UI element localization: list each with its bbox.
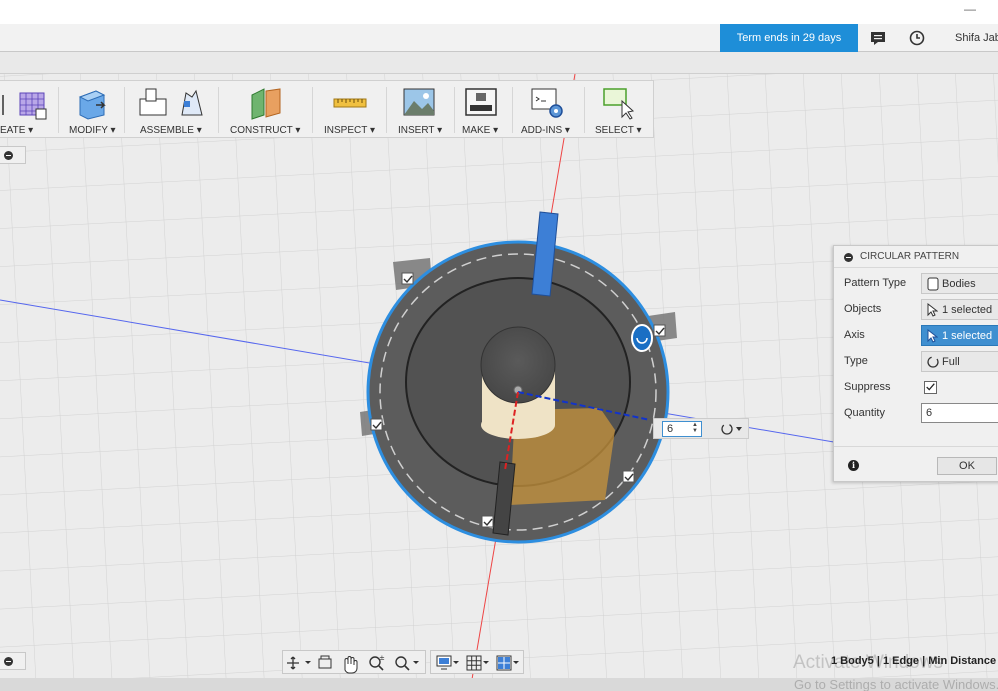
toolbar-modify[interactable]: MODIFY ▾ (64, 81, 120, 139)
browser-collapse-button[interactable] (0, 146, 26, 164)
row-objects: Objects 1 selected (834, 297, 998, 323)
comment-icon[interactable] (870, 30, 886, 46)
look-at-icon[interactable] (318, 655, 332, 669)
expand-icon (4, 657, 13, 666)
pattern-type-select[interactable]: Bodies (921, 273, 998, 294)
display-settings-icon[interactable] (436, 655, 459, 670)
cursor-icon (927, 303, 938, 317)
toolbar-inspect[interactable]: INSPECT ▾ (318, 81, 382, 139)
cursor-icon (927, 329, 938, 343)
toolbar-insert[interactable]: INSERT ▾ (392, 81, 450, 139)
row-type: Type Full (834, 349, 998, 375)
row-suppress: Suppress (834, 375, 998, 401)
fit-icon[interactable] (395, 656, 419, 671)
quantity-stepper-icon[interactable]: ▲ ▼ (692, 422, 698, 434)
svg-text:±: ± (379, 654, 385, 662)
display-bar (430, 650, 524, 674)
toolbar-label: SELECT ▾ (595, 125, 642, 136)
row-quantity: Quantity 6 (834, 401, 998, 427)
modify-press-pull-icon (78, 90, 106, 120)
user-name[interactable]: Shifa Jab (955, 24, 998, 52)
toolbar-label: ADD-INS ▾ (521, 125, 570, 136)
row-pattern-type: Pattern Type Bodies (834, 271, 998, 297)
collapse-icon (4, 151, 13, 160)
panel-title: CIRCULAR PATTERN (860, 251, 960, 262)
toolbar-add-ins[interactable]: ADD-INS ▾ (518, 81, 580, 139)
3d-print-icon (465, 88, 497, 116)
assemble-joint-icon (139, 88, 203, 116)
measure-ruler-icon (333, 98, 367, 108)
rotation-manipulator-icon[interactable] (631, 324, 653, 352)
toolbar-construct[interactable]: CONSTRUCT ▾ (224, 81, 308, 139)
orbit-icon[interactable] (287, 656, 311, 670)
selection-status: 1 Body5 | 1 Edge | Min Distance : (831, 655, 998, 667)
toolbar-label: CONSTRUCT ▾ (230, 125, 301, 136)
comments-expand-button[interactable] (0, 652, 26, 670)
panel-footer: i OK (834, 446, 998, 482)
toolbar-label: EATE ▾ (0, 125, 34, 136)
toolbar-select[interactable]: SELECT ▾ (590, 81, 650, 139)
activation-watermark-hint: Go to Settings to activate Windows. (794, 677, 998, 691)
create-grid-box-icon (2, 92, 47, 120)
full-rotation-icon (927, 356, 939, 368)
info-icon[interactable]: i (848, 460, 859, 471)
select-window-icon (603, 88, 635, 120)
pan-icon[interactable] (344, 656, 358, 674)
circular-pattern-panel: CIRCULAR PATTERN Pattern Type Bodies Obj… (833, 245, 998, 482)
toolbar-make[interactable]: MAKE ▾ (458, 81, 510, 139)
axis-selector[interactable]: 1 selected (921, 325, 998, 346)
objects-selector[interactable]: 1 selected (921, 299, 998, 320)
window-titlebar: — (0, 0, 998, 24)
rotation-direction-icon[interactable] (720, 422, 744, 436)
insert-image-icon (403, 88, 435, 116)
canvas-quantity-field: 6 ▲ ▼ (653, 418, 749, 439)
grid-icon[interactable] (466, 655, 489, 671)
type-select[interactable]: Full (921, 351, 998, 372)
document-tab-bar (0, 52, 998, 74)
collapse-icon[interactable] (844, 253, 853, 262)
ok-button[interactable]: OK (937, 457, 997, 475)
toolbar-label: MAKE ▾ (462, 125, 499, 136)
row-axis: Axis 1 selected (834, 323, 998, 349)
subscription-term-notice[interactable]: Term ends in 29 days (720, 24, 858, 52)
zoom-icon[interactable]: ± (369, 654, 385, 671)
bodies-icon (927, 277, 939, 291)
toolbar-assemble[interactable]: ASSEMBLE ▾ (130, 81, 214, 139)
toolbar-label: ASSEMBLE ▾ (140, 125, 202, 136)
toolbar-label: INSERT ▾ (398, 125, 443, 136)
toolbar-create[interactable]: EATE ▾ (0, 81, 56, 139)
minimize-button[interactable]: — (964, 2, 976, 16)
scripts-gear-icon (531, 88, 563, 118)
application-bar: Term ends in 29 days Shifa Jab (0, 24, 998, 52)
quantity-input[interactable]: 6 (921, 403, 998, 423)
toolbar-label: MODIFY ▾ (69, 125, 116, 136)
toolbar-label: INSPECT ▾ (324, 125, 375, 136)
ribbon-toolbar: EATE ▾ MODIFY ▾ ASSEMBLE ▾ CONSTRUCT ▾ I… (0, 80, 654, 138)
viewports-icon[interactable] (496, 655, 519, 671)
panel-header: CIRCULAR PATTERN (834, 246, 998, 268)
construct-plane-icon (251, 88, 281, 120)
suppress-checkbox[interactable] (924, 381, 937, 394)
clock-icon[interactable] (909, 30, 925, 46)
navigation-bar: ± (282, 650, 426, 674)
